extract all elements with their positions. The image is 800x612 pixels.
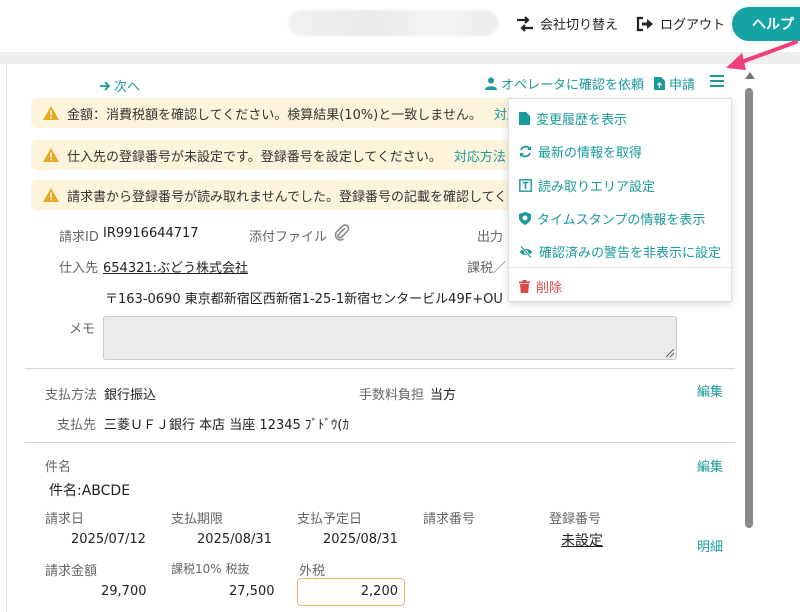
menu-item-label: 変更履歴を表示 xyxy=(536,113,628,128)
subject-label: 件名 xyxy=(45,460,72,475)
arrow-right-icon xyxy=(100,80,111,91)
subject-value: 件名:ABCDE xyxy=(49,483,131,499)
supplier-address: 〒163-0690 東京都新宿区西新宿1-25-1新宿センタービル49F+OU xyxy=(105,292,503,307)
external-tax-input[interactable]: 2,200 xyxy=(297,578,405,606)
menu-item-hide-warnings[interactable]: 確認済みの警告を非表示に設定 xyxy=(519,242,721,261)
external-tax-label: 外税 xyxy=(299,564,326,579)
next-label: 次へ xyxy=(114,80,141,95)
menu-divider xyxy=(509,267,731,268)
scheduled-date-value: 2025/08/31 xyxy=(323,532,398,547)
alert-text: 請求書から登録番号が読み取れませんでした。登録番号の記載を確認してください。 xyxy=(67,189,560,205)
invoice-id-value: IR9916644717 xyxy=(103,226,199,241)
help-label: ヘルプ xyxy=(752,17,794,33)
tax-label: 課税／ xyxy=(467,261,507,276)
paperclip-icon[interactable] xyxy=(333,224,351,242)
fee-label: 手数料負担 xyxy=(359,388,425,403)
payment-method-value: 銀行振込 xyxy=(104,388,157,403)
output-label: 出力 xyxy=(477,230,504,245)
switch-arrows-icon xyxy=(517,15,533,32)
amount-label: 請求金額 xyxy=(45,564,98,579)
menu-item-label: 読み取りエリア設定 xyxy=(538,180,656,195)
supplier-label: 仕入先 xyxy=(59,261,99,276)
company-name-blurred xyxy=(288,10,498,36)
alert-help-link[interactable]: 対応方法 xyxy=(454,146,506,165)
payee-label: 支払先 xyxy=(57,418,97,433)
menu-item-label: 削除 xyxy=(536,281,563,296)
registration-number-label: 登録番号 xyxy=(549,512,602,527)
warning-icon xyxy=(43,188,59,202)
attachment-label: 添付ファイル xyxy=(249,230,328,245)
menu-item-label: 確認済みの警告を非表示に設定 xyxy=(539,246,722,261)
logout-icon xyxy=(636,16,653,31)
memo-textarea[interactable] xyxy=(103,316,677,360)
help-button[interactable]: ヘルプ xyxy=(732,7,800,41)
file-upload-icon xyxy=(654,77,665,90)
switch-company-button[interactable]: 会社切り替え xyxy=(516,14,618,33)
annotation-arrow-icon xyxy=(726,40,798,70)
taxable-label: 課税10% 税抜 xyxy=(171,562,250,576)
billing-date-label: 請求日 xyxy=(45,512,85,527)
menu-item-label: 最新の情報を取得 xyxy=(538,146,643,161)
switch-company-label: 会社切り替え xyxy=(540,18,619,33)
top-header: 会社切り替え ログアウト ヘルプ xyxy=(0,0,800,52)
supplier-link[interactable]: 654321:ぶどう株式会社 xyxy=(103,257,248,276)
invoice-number-label: 請求番号 xyxy=(423,512,476,527)
scheduled-date-label: 支払予定日 xyxy=(297,512,363,527)
memo-label: メモ xyxy=(69,322,96,337)
divider xyxy=(25,368,735,369)
header-divider xyxy=(0,52,800,64)
menu-item-refresh[interactable]: 最新の情報を取得 xyxy=(519,142,642,161)
alert-text: 仕入先の登録番号が未設定です。登録番号を設定してください。 xyxy=(67,149,442,165)
apply-label: 申請 xyxy=(669,78,696,93)
menu-item-read-area[interactable]: 読み取りエリア設定 xyxy=(519,176,655,195)
refresh-icon xyxy=(520,145,531,158)
ask-operator-button[interactable]: オペレータに確認を依頼 xyxy=(485,74,644,93)
file-icon xyxy=(519,112,530,125)
fee-value: 当方 xyxy=(430,388,457,403)
registration-number-value[interactable]: 未設定 xyxy=(561,530,603,550)
menu-item-label: タイムスタンプの情報を表示 xyxy=(537,213,706,228)
ask-operator-label: オペレータに確認を依頼 xyxy=(501,78,645,93)
payee-value: 三菱ＵＦＪ銀行 本店 当座 12345 ﾌﾞﾄﾞｳ(ｶ xyxy=(104,418,349,433)
divider xyxy=(25,442,735,443)
user-icon xyxy=(485,77,497,90)
logout-button[interactable]: ログアウト xyxy=(636,14,725,33)
menu-item-history[interactable]: 変更履歴を表示 xyxy=(519,109,627,128)
shield-icon xyxy=(519,212,531,225)
text-area-icon xyxy=(519,179,532,192)
action-menu: 変更履歴を表示 最新の情報を取得 読み取りエリア設定 タイムスタンプの情報を表示 xyxy=(508,98,732,302)
edit-payment-link[interactable]: 編集 xyxy=(697,381,723,400)
warning-icon xyxy=(43,106,59,120)
taxable-value: 27,500 xyxy=(229,584,275,599)
warning-icon xyxy=(43,148,59,162)
alert-text: 金額：消費税額を確認してください。検算結果(10%)と一致しません。 xyxy=(67,107,482,123)
invoice-id-label: 請求ID xyxy=(59,230,99,245)
apply-button[interactable]: 申請 xyxy=(654,74,695,93)
menu-item-delete[interactable]: 削除 xyxy=(519,277,562,296)
amount-value: 29,700 xyxy=(101,584,147,599)
trash-icon xyxy=(519,280,530,293)
billing-date-value: 2025/07/12 xyxy=(71,532,146,547)
payment-method-label: 支払方法 xyxy=(45,388,98,403)
resize-handle-icon[interactable] xyxy=(666,349,674,357)
detail-link[interactable]: 明細 xyxy=(697,536,723,555)
edit-subject-link[interactable]: 編集 xyxy=(697,456,723,475)
logout-label: ログアウト xyxy=(660,18,726,33)
next-link[interactable]: 次へ xyxy=(99,76,140,95)
menu-item-timestamp[interactable]: タイムスタンプの情報を表示 xyxy=(519,209,705,228)
scrollbar-thumb[interactable] xyxy=(745,88,753,528)
eye-slash-icon xyxy=(520,245,532,258)
due-date-label: 支払期限 xyxy=(171,512,224,527)
due-date-value: 2025/08/31 xyxy=(197,532,272,547)
